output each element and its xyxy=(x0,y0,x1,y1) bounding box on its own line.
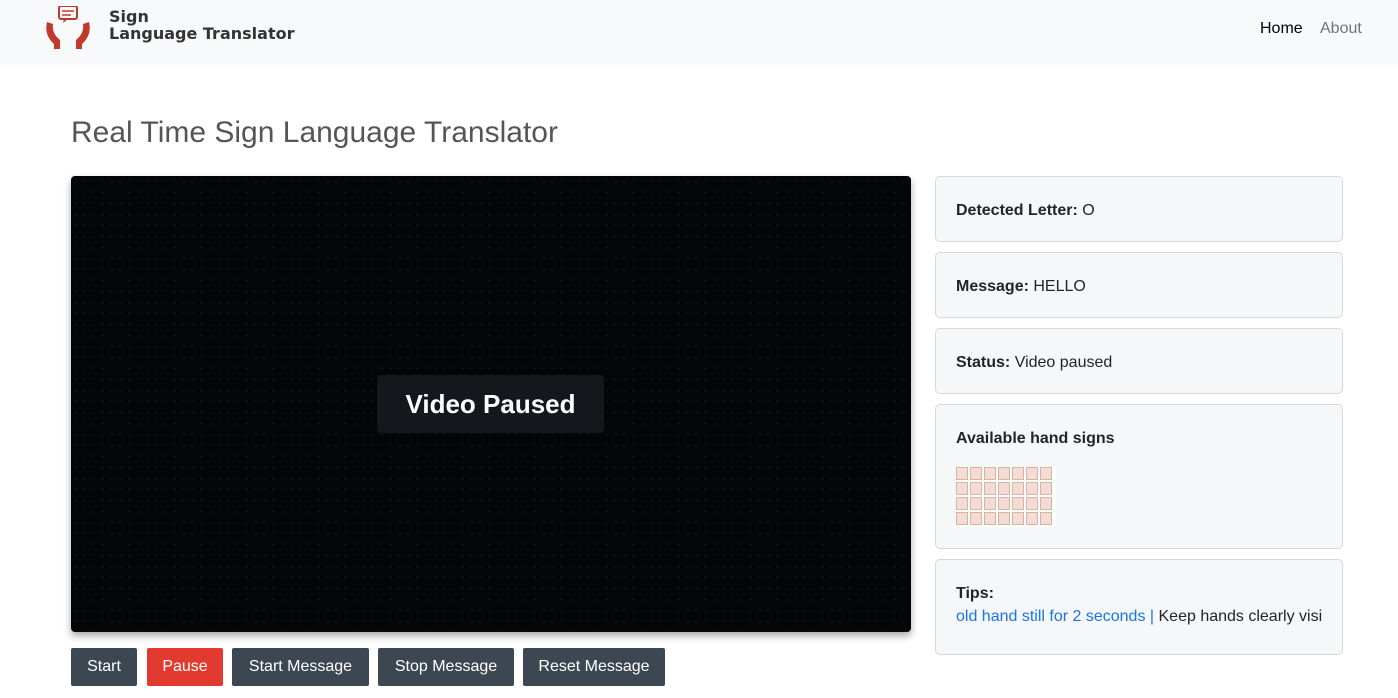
brand-line-1: Sign xyxy=(109,7,149,26)
sign-thumbnail xyxy=(956,512,968,525)
tips-marquee: old hand still for 2 seconds | Keep hand… xyxy=(956,606,1322,628)
sign-thumbnail xyxy=(1040,467,1052,480)
detected-letter-text: Detected Letter: O xyxy=(956,201,1095,221)
sign-thumbnail xyxy=(998,467,1010,480)
video-paused-overlay: Video Paused xyxy=(377,375,604,433)
start-button[interactable]: Start xyxy=(71,648,137,686)
sign-thumbnail xyxy=(956,482,968,495)
tips-card: Tips: old hand still for 2 seconds | Kee… xyxy=(935,559,1343,655)
message-value: HELLO xyxy=(1033,278,1086,295)
brand-line-2: Language Translator xyxy=(109,24,295,43)
sign-thumbnail xyxy=(1026,467,1038,480)
sign-thumbnail xyxy=(1012,482,1024,495)
sign-thumbnail xyxy=(984,467,996,480)
sign-thumbnail xyxy=(1026,497,1038,510)
page-title: Real Time Sign Language Translator xyxy=(71,116,558,149)
detected-letter-card: Detected Letter: O xyxy=(935,176,1343,242)
tip-highlight: old hand still for 2 seconds | xyxy=(956,608,1155,625)
sign-thumbnail xyxy=(984,482,996,495)
detected-letter-value: O xyxy=(1082,202,1095,219)
hands-speech-logo-icon[interactable] xyxy=(44,6,92,50)
hand-signs-chart-image xyxy=(956,467,1056,527)
detected-letter-label: Detected Letter: xyxy=(956,202,1078,219)
sign-thumbnail xyxy=(998,512,1010,525)
status-text: Status: Video paused xyxy=(956,353,1112,373)
sign-thumbnail xyxy=(998,482,1010,495)
sign-thumbnail xyxy=(1026,482,1038,495)
tips-label: Tips: xyxy=(956,585,994,602)
nav-link-home[interactable]: Home xyxy=(1260,19,1303,39)
sign-thumbnail xyxy=(1040,497,1052,510)
sign-thumbnail xyxy=(970,497,982,510)
status-card: Status: Video paused xyxy=(935,328,1343,394)
hand-signs-title: Available hand signs xyxy=(956,429,1115,449)
pause-button[interactable]: Pause xyxy=(147,648,223,686)
sign-thumbnail xyxy=(956,467,968,480)
status-label: Status: xyxy=(956,354,1011,371)
sign-thumbnail xyxy=(998,497,1010,510)
sign-thumbnail xyxy=(1012,512,1024,525)
sign-thumbnail xyxy=(1026,512,1038,525)
tip-text: Keep hands clearly visible xyxy=(1158,608,1323,625)
hand-signs-title-text: Available hand signs xyxy=(956,430,1115,447)
message-card: Message: HELLO xyxy=(935,252,1343,318)
reset-message-button[interactable]: Reset Message xyxy=(523,648,665,686)
tips-title: Tips: xyxy=(956,584,994,604)
message-label: Message: xyxy=(956,278,1029,295)
sign-thumbnail xyxy=(1040,512,1052,525)
sign-thumbnail xyxy=(956,497,968,510)
navbar: Sign Language Translator Home About xyxy=(0,0,1398,65)
message-text: Message: HELLO xyxy=(956,277,1086,297)
brand-name[interactable]: Sign Language Translator xyxy=(109,8,294,42)
sign-thumbnail xyxy=(984,512,996,525)
sign-thumbnail xyxy=(1012,497,1024,510)
hand-signs-card: Available hand signs xyxy=(935,404,1343,549)
sign-thumbnail xyxy=(984,497,996,510)
nav-link-about[interactable]: About xyxy=(1320,19,1362,39)
sign-thumbnail xyxy=(970,467,982,480)
status-value: Video paused xyxy=(1014,354,1113,371)
stop-message-button[interactable]: Stop Message xyxy=(378,648,514,686)
sign-thumbnail xyxy=(1040,482,1052,495)
video-feed: Video Paused xyxy=(71,176,911,632)
sign-thumbnail xyxy=(1012,467,1024,480)
sign-thumbnail xyxy=(970,482,982,495)
sign-thumbnail xyxy=(970,512,982,525)
start-message-button[interactable]: Start Message xyxy=(232,648,369,686)
